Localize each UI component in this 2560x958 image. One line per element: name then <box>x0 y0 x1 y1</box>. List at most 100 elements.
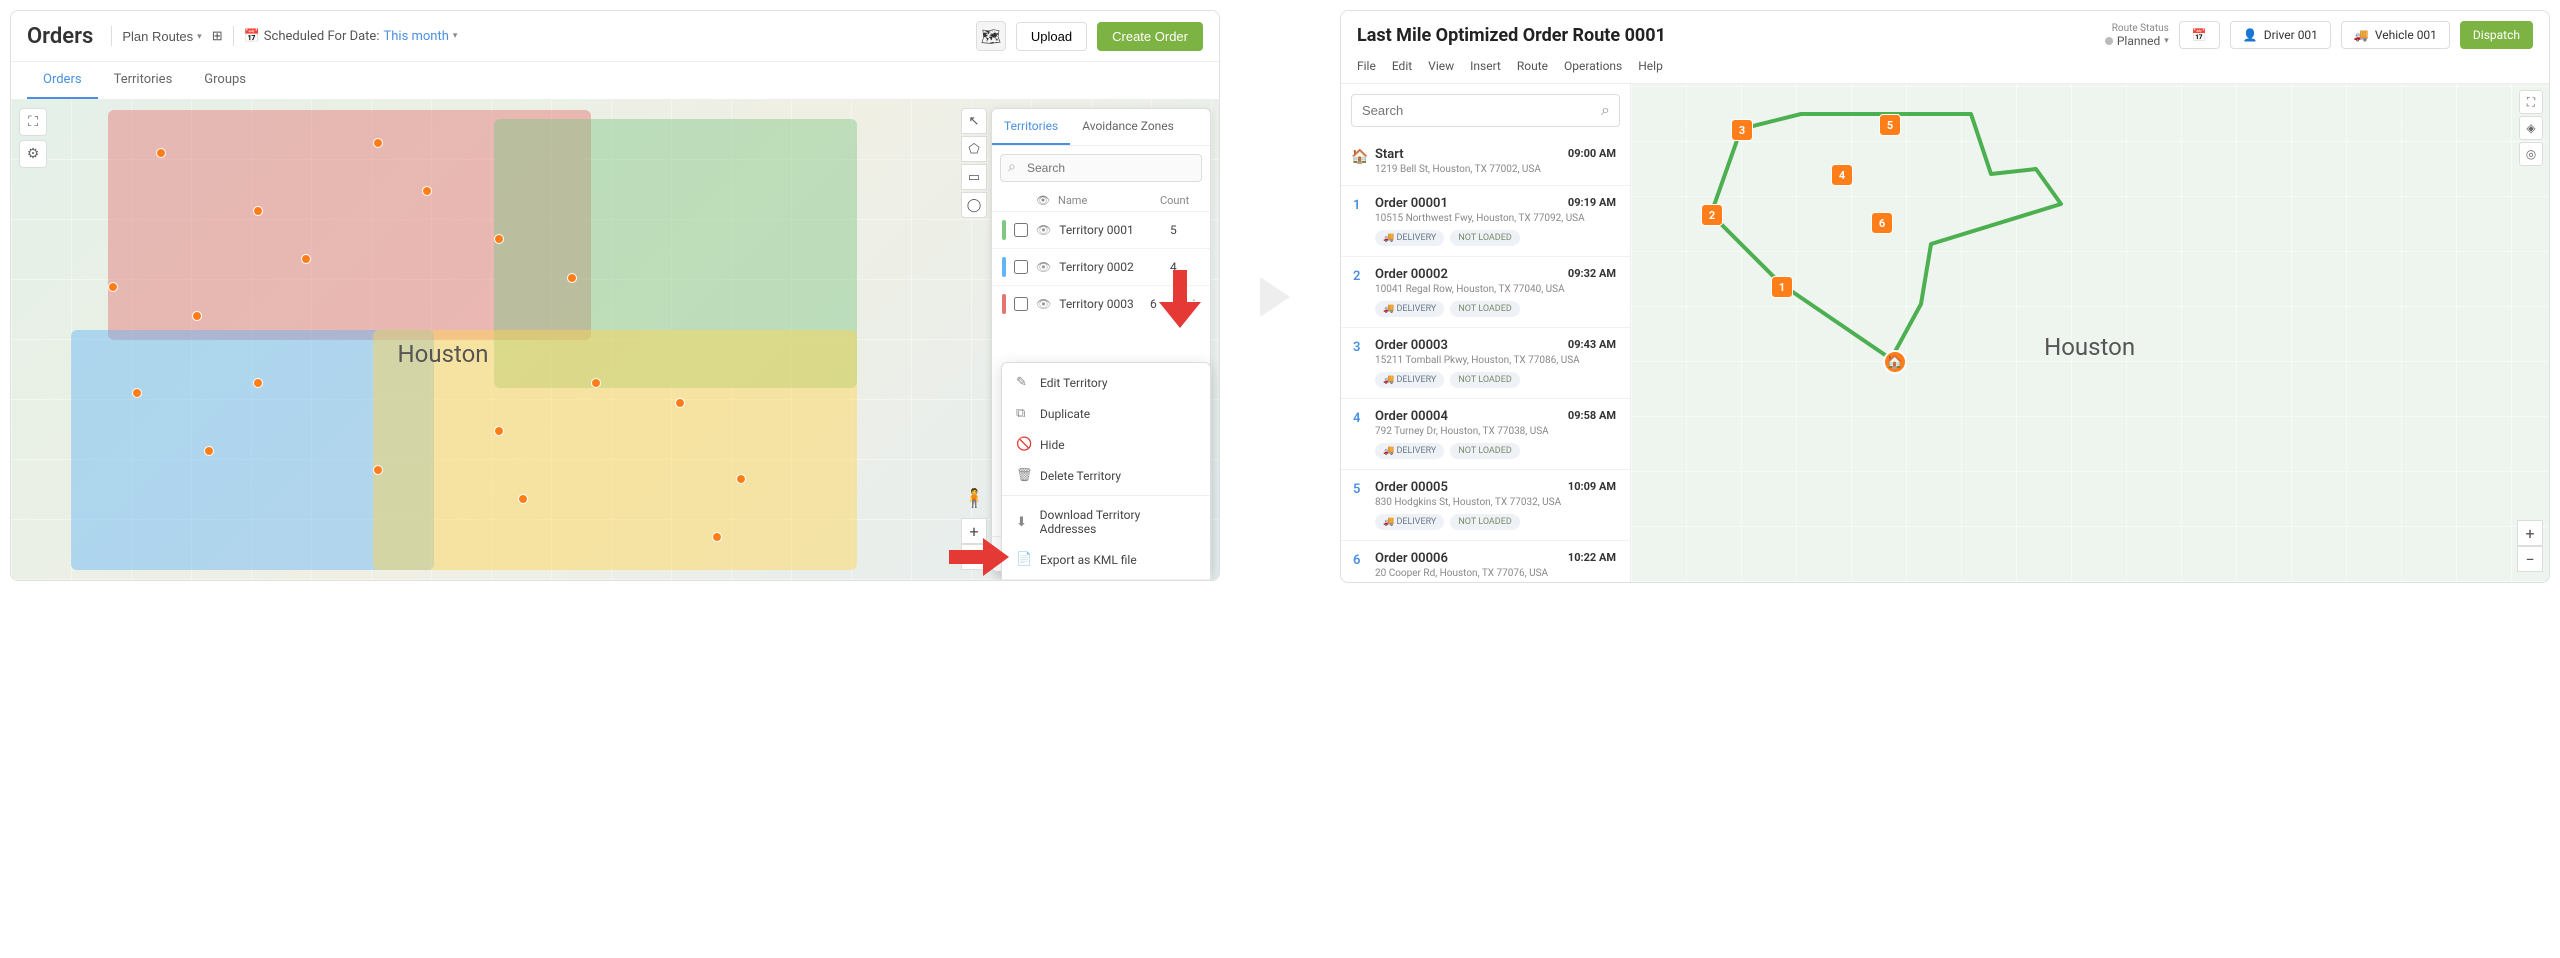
scheduled-filter[interactable]: 📅 Scheduled For Date: This month ▾ <box>244 29 458 44</box>
upload-button[interactable]: Upload <box>1016 22 1087 51</box>
tab-territories[interactable]: Territories <box>98 62 189 99</box>
shape-tools: ↖ ⬠ ▭ ◯ <box>961 108 987 218</box>
route-stop-marker[interactable]: 5 <box>1879 114 1901 136</box>
home-icon: 🏠 <box>1351 149 1368 165</box>
orders-panel: Orders Plan Routes ▾ ⊞ 📅 Scheduled For D… <box>10 10 1220 581</box>
stop-number: 2 <box>1353 269 1360 284</box>
menu-operations[interactable]: Operations <box>1564 59 1622 73</box>
route-stop-marker[interactable]: 2 <box>1701 204 1723 226</box>
orders-map[interactable]: Houston ⛶ ⚙ ↖ <box>11 100 1219 580</box>
order-pin[interactable] <box>253 206 263 216</box>
route-home-marker[interactable]: 🏠 <box>1883 350 1907 374</box>
territory-name: Territory 0002 <box>1059 260 1162 274</box>
menu-file[interactable]: File <box>1357 59 1376 73</box>
menu-delete-territory[interactable]: 🗑Delete Territory <box>1002 460 1210 491</box>
stop-address: 830 Hodgkins St, Houston, TX 77032, USA <box>1375 497 1616 508</box>
delivery-badge: 🚚 DELIVERY <box>1375 514 1444 530</box>
menu-insert[interactable]: Insert <box>1470 59 1501 73</box>
stop-item[interactable]: 6 Order 00006 20 Cooper Rd, Houston, TX … <box>1341 541 1630 583</box>
notloaded-badge: NOT LOADED <box>1450 443 1519 459</box>
order-pin[interactable] <box>108 282 118 292</box>
stop-time: 09:19 AM <box>1568 196 1616 209</box>
circle-icon[interactable]: ◯ <box>961 192 987 218</box>
territory-row[interactable]: 👁 Territory 0001 5 <box>992 211 1210 248</box>
route-stop-marker[interactable]: 3 <box>1731 119 1753 141</box>
route-stop-marker[interactable]: 4 <box>1831 164 1853 186</box>
delivery-badge: 🚚 DELIVERY <box>1375 230 1444 246</box>
territory-count: 5 <box>1170 223 1200 237</box>
settings-icon[interactable]: ⚙ <box>19 140 47 168</box>
visibility-icon[interactable]: 👁 <box>1036 260 1051 274</box>
stop-number: 3 <box>1353 340 1360 355</box>
stops-search-input[interactable] <box>1351 94 1620 127</box>
tab-orders[interactable]: Orders <box>27 62 98 99</box>
route-stop-marker[interactable]: 6 <box>1871 212 1893 234</box>
stop-item[interactable]: 2 Order 00002 10041 Regal Row, Houston, … <box>1341 257 1630 328</box>
stop-address: 792 Turney Dr, Houston, TX 77038, USA <box>1375 426 1616 437</box>
stop-item[interactable]: 4 Order 00004 792 Turney Dr, Houston, TX… <box>1341 399 1630 470</box>
territory-checkbox[interactable] <box>1014 260 1028 274</box>
visibility-icon[interactable]: 👁 <box>1036 223 1051 237</box>
menu-edit[interactable]: Edit <box>1392 59 1412 73</box>
pointer-icon[interactable]: ↖ <box>961 108 987 134</box>
menu-export-kml[interactable]: 📄Export as KML file <box>1002 544 1210 575</box>
territory-search-input[interactable] <box>1000 154 1202 182</box>
map-toggle-icon[interactable]: 🗺 <box>976 21 1006 51</box>
menu-help[interactable]: Help <box>1638 59 1663 73</box>
order-pin[interactable] <box>712 532 722 542</box>
stop-item[interactable]: 3 Order 00003 15211 Tomball Pkwy, Housto… <box>1341 328 1630 399</box>
target-icon[interactable]: ◎ <box>2519 142 2543 166</box>
tab-groups[interactable]: Groups <box>188 62 262 99</box>
rectangle-icon[interactable]: ▭ <box>961 164 987 190</box>
fullscreen-icon[interactable]: ⛶ <box>2519 90 2543 114</box>
callout-arrow-down-icon <box>1159 270 1199 330</box>
territory-checkbox[interactable] <box>1014 297 1028 311</box>
route-stop-marker[interactable]: 1 <box>1771 276 1793 298</box>
map-view-button[interactable]: ⊞ <box>212 28 223 44</box>
order-pin[interactable] <box>253 378 263 388</box>
order-pin[interactable] <box>204 446 214 456</box>
create-order-button[interactable]: Create Order <box>1097 22 1203 51</box>
stop-item[interactable]: 1 Order 00001 10515 Northwest Fwy, Houst… <box>1341 186 1630 257</box>
order-pin[interactable] <box>132 388 142 398</box>
order-pin[interactable] <box>518 494 528 504</box>
vehicle-chip[interactable]: 🚚 Vehicle 001 <box>2341 21 2450 49</box>
dispatch-button[interactable]: Dispatch <box>2460 21 2533 49</box>
stop-item[interactable]: 5 Order 00005 830 Hodgkins St, Houston, … <box>1341 470 1630 541</box>
order-pin[interactable] <box>156 148 166 158</box>
delivery-badge: 🚚 DELIVERY <box>1375 443 1444 459</box>
stops-list: 🏠 Start 1219 Bell St, Houston, TX 77002,… <box>1341 84 1631 582</box>
notloaded-badge: NOT LOADED <box>1450 372 1519 388</box>
order-pin[interactable] <box>675 398 685 408</box>
tab-avoid[interactable]: Avoidance Zones <box>1070 109 1186 145</box>
territory-checkbox[interactable] <box>1014 223 1028 237</box>
menu-view[interactable]: View <box>1428 59 1454 73</box>
order-pin[interactable] <box>301 254 311 264</box>
plan-routes-dropdown[interactable]: Plan Routes ▾ <box>122 29 201 44</box>
menu-duplicate[interactable]: ⧉Duplicate <box>1002 398 1210 429</box>
route-status[interactable]: Route Status Planned ▾ <box>2105 23 2169 48</box>
menu-hide[interactable]: 🚫Hide <box>1002 429 1210 460</box>
layers-icon[interactable]: ◈ <box>2519 116 2543 140</box>
visibility-header-icon[interactable]: 👁 <box>1036 194 1050 207</box>
polygon-icon[interactable]: ⬠ <box>961 136 987 162</box>
fullscreen-icon[interactable]: ⛶ <box>19 108 47 136</box>
zoom-in-button[interactable]: + <box>2517 520 2543 546</box>
stop-number: 4 <box>1353 411 1360 426</box>
streetview-pegman-icon[interactable]: 🧍 <box>963 488 985 510</box>
tab-terr[interactable]: Territories <box>992 109 1070 145</box>
zoom-out-button[interactable]: − <box>2517 546 2543 572</box>
menu-edit-territory[interactable]: ✎Edit Territory <box>1002 367 1210 398</box>
stop-number: 6 <box>1353 553 1360 568</box>
col-count: Count <box>1160 194 1200 207</box>
order-pin[interactable] <box>567 273 577 283</box>
visibility-icon[interactable]: 👁 <box>1036 297 1051 311</box>
date-picker-button[interactable]: 📅 <box>2179 21 2220 49</box>
stop-start[interactable]: 🏠 Start 1219 Bell St, Houston, TX 77002,… <box>1341 137 1630 186</box>
stop-address: 10515 Northwest Fwy, Houston, TX 77092, … <box>1375 213 1616 224</box>
route-map[interactable]: Houston 🏠 1 2 3 4 5 6 ⛶ ◈ ◎ + − <box>1631 84 2549 582</box>
menu-route[interactable]: Route <box>1517 59 1548 73</box>
menu-download-addresses[interactable]: ⬇Download Territory Addresses <box>1002 500 1210 544</box>
driver-chip[interactable]: 👤 Driver 001 <box>2230 21 2331 49</box>
notloaded-badge: NOT LOADED <box>1450 230 1519 246</box>
